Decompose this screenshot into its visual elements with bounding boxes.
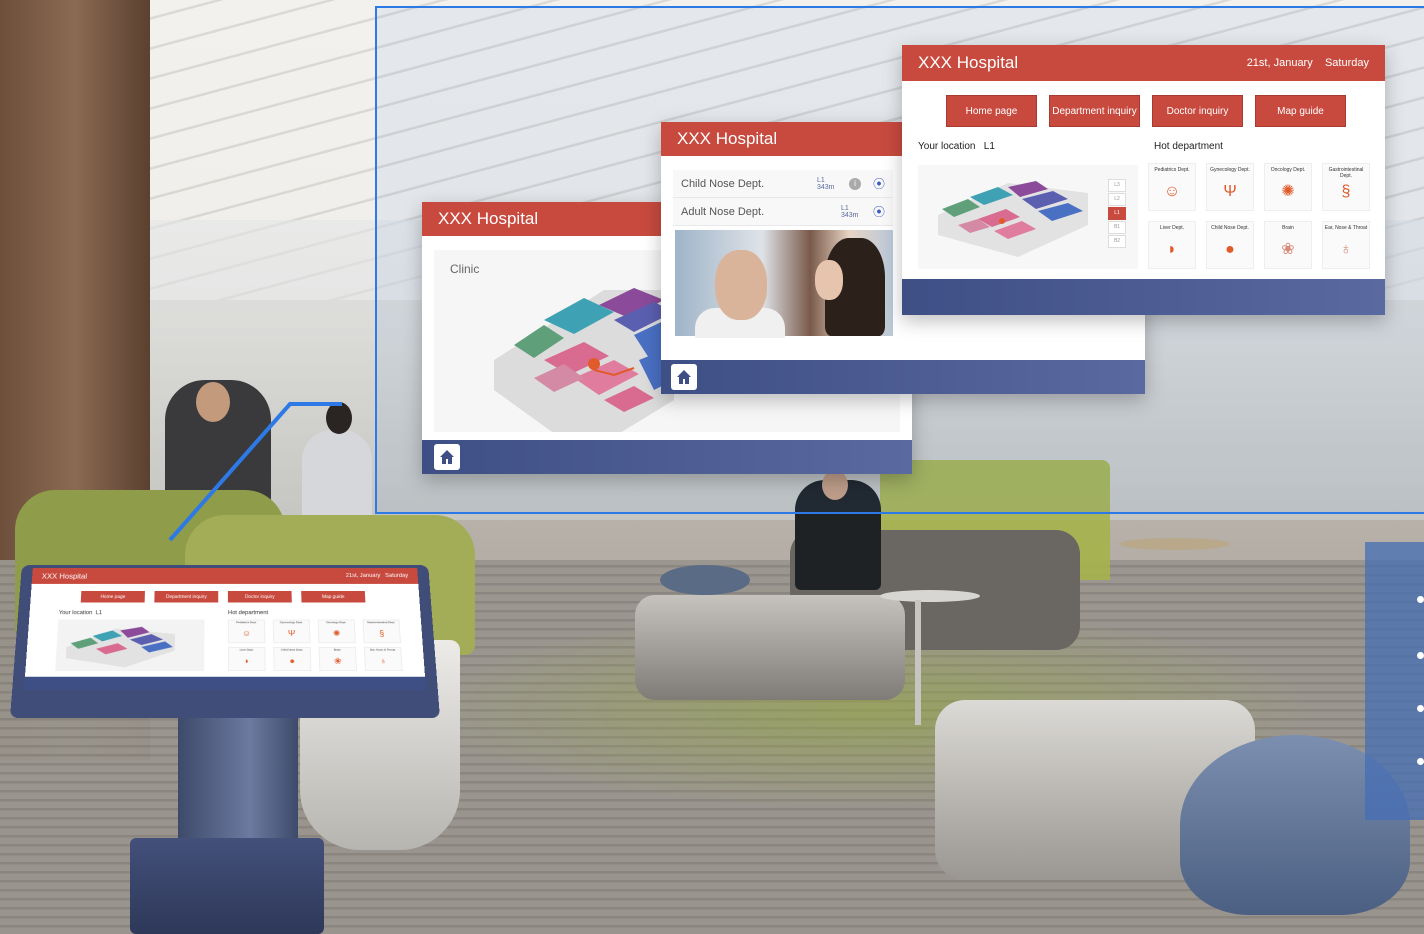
mini-floor-map[interactable] bbox=[55, 619, 205, 672]
map-guide-button[interactable]: Map guide bbox=[1255, 95, 1346, 127]
child-face-icon: ☺ bbox=[1163, 183, 1181, 200]
floor-distance: L1 343m bbox=[816, 176, 835, 191]
date: 21st, January bbox=[1246, 57, 1313, 69]
dept-tile[interactable]: Liver Dept. ◗ bbox=[227, 646, 266, 672]
hot-department-heading: Hot department bbox=[1154, 141, 1223, 152]
uterus-icon: Ψ bbox=[1223, 183, 1237, 200]
floor-map-3d bbox=[65, 626, 176, 668]
date-display: 21st, January Saturday bbox=[1247, 57, 1369, 69]
mini-floor-map[interactable]: L3 L2 L1 B1 B2 bbox=[918, 165, 1138, 269]
bullet-dot bbox=[1417, 596, 1424, 603]
screen-footer bbox=[422, 440, 912, 474]
kiosk-base bbox=[130, 838, 324, 934]
intestine-icon: § bbox=[1341, 183, 1351, 200]
department-inquiry-button[interactable]: Department inquiry bbox=[154, 590, 219, 603]
screen-header: XXX Hospital 21st, January Saturday bbox=[902, 45, 1385, 81]
floor-button[interactable]: L2 bbox=[1108, 193, 1126, 206]
dept-tile[interactable]: Oncology Dept. ✺ bbox=[317, 619, 356, 644]
hospital-title: XXX Hospital bbox=[918, 53, 1019, 72]
floor-selector: L3 L2 L1 B1 B2 bbox=[1108, 179, 1126, 249]
location-pin-icon bbox=[999, 218, 1005, 224]
floor-button-active[interactable]: L1 bbox=[1108, 207, 1126, 220]
nose-icon: ♁ bbox=[379, 656, 387, 666]
kiosk-header: XXX Hospital 21st, January Saturday bbox=[31, 568, 419, 584]
side-info-panel bbox=[1365, 542, 1424, 820]
bullet-dot bbox=[1417, 705, 1424, 712]
nose-icon: ♁ bbox=[1340, 241, 1352, 258]
location-pin-icon[interactable]: ⦿ bbox=[873, 203, 885, 220]
kiosk-footer bbox=[24, 676, 426, 690]
doctor-patient-photo bbox=[675, 230, 893, 338]
dept-tile-pediatrics[interactable]: Pediatrics Dept. ☺ bbox=[1148, 163, 1196, 211]
floor-map-3d bbox=[938, 181, 1088, 257]
kiosk-screen[interactable]: XXX Hospital 21st, January Saturday Home… bbox=[24, 568, 426, 690]
brain-icon: ❀ bbox=[333, 656, 342, 666]
child-face-icon: ☺ bbox=[242, 628, 252, 638]
weekday: Saturday bbox=[1324, 57, 1369, 69]
hot-department-heading: Hot department bbox=[227, 610, 269, 616]
home-icon bbox=[677, 370, 691, 384]
department-name: Child Nose Dept. bbox=[681, 177, 765, 190]
virus-icon: ✺ bbox=[1281, 183, 1295, 200]
liver-icon: ◗ bbox=[1167, 241, 1177, 258]
dept-tile[interactable]: Gynecology Dept. Ψ bbox=[272, 619, 311, 644]
floor-button[interactable]: B1 bbox=[1108, 221, 1126, 234]
dept-tile-gastrointestinal[interactable]: Gastrointestinal Dept. § bbox=[1322, 163, 1370, 211]
date-display: 21st, January Saturday bbox=[345, 573, 409, 579]
brain-icon: ❀ bbox=[1281, 241, 1295, 258]
kiosk-nav: Home page Department inquiry Doctor inqu… bbox=[80, 590, 366, 603]
hot-department-grid: Pediatrics Dept. ☺ Gynecology Dept. Ψ On… bbox=[1148, 163, 1370, 269]
dept-tile[interactable]: Child Nose Dept. ● bbox=[273, 646, 312, 672]
current-floor: L1 bbox=[983, 141, 995, 152]
dept-tile-oncology[interactable]: Oncology Dept. ✺ bbox=[1264, 163, 1312, 211]
home-page-button[interactable]: Home page bbox=[946, 95, 1037, 127]
home-button[interactable] bbox=[434, 444, 460, 470]
dept-tile[interactable]: Brain ❀ bbox=[318, 646, 358, 672]
dept-tile[interactable]: Pediatrics Dept. ☺ bbox=[227, 619, 266, 644]
main-nav: Home page Department inquiry Doctor inqu… bbox=[946, 95, 1346, 127]
dept-tile[interactable]: Ear, Nose & Throat ♁ bbox=[363, 646, 403, 672]
stomach-icon: ● bbox=[1225, 241, 1235, 258]
list-item[interactable]: Child Nose Dept. L1 343m i ⦿ bbox=[673, 170, 893, 198]
bullet-dot bbox=[1417, 652, 1424, 659]
hot-department-grid: Pediatrics Dept. ☺ Gynecology Dept. Ψ Onco… bbox=[227, 619, 403, 672]
floor-button[interactable]: L3 bbox=[1108, 179, 1126, 192]
intestine-icon: § bbox=[378, 628, 385, 638]
hospital-title: XXX Hospital bbox=[677, 129, 778, 148]
your-location: Your location L1 bbox=[918, 141, 995, 152]
dept-tile-liver[interactable]: Liver Dept. ◗ bbox=[1148, 221, 1196, 269]
your-location: Your location L1 bbox=[58, 610, 103, 616]
location-pin-icon[interactable]: ⦿ bbox=[873, 175, 885, 192]
info-icon[interactable]: i bbox=[848, 177, 861, 190]
department-name: Adult Nose Dept. bbox=[681, 205, 765, 218]
screen-footer bbox=[902, 279, 1385, 315]
floor-distance: L1 343m bbox=[840, 204, 859, 219]
screen-footer bbox=[661, 360, 1145, 394]
map-guide-button[interactable]: Map guide bbox=[301, 590, 366, 603]
dept-tile-child-nose[interactable]: Child Nose Dept. ● bbox=[1206, 221, 1254, 269]
department-inquiry-button[interactable]: Department inquiry bbox=[1049, 95, 1140, 127]
dept-tile-brain[interactable]: Brain ❀ bbox=[1264, 221, 1312, 269]
home-page-button[interactable]: Home page bbox=[80, 590, 145, 603]
stomach-icon: ● bbox=[289, 656, 296, 666]
doctor-inquiry-button[interactable]: Doctor inquiry bbox=[1152, 95, 1243, 127]
dept-tile-gynecology[interactable]: Gynecology Dept. Ψ bbox=[1206, 163, 1254, 211]
list-item[interactable]: Adult Nose Dept. L1 343m ⦿ bbox=[673, 198, 893, 226]
location-pin-icon bbox=[588, 358, 600, 370]
floor-button[interactable]: B2 bbox=[1108, 235, 1126, 248]
hospital-title: XXX Hospital bbox=[438, 209, 539, 228]
dept-tile[interactable]: Gastrointestinal Dept. § bbox=[362, 619, 401, 644]
hospital-title: XXX Hospital bbox=[41, 572, 88, 580]
home-button[interactable] bbox=[671, 364, 697, 390]
uterus-icon: Ψ bbox=[287, 628, 296, 638]
virus-icon: ✺ bbox=[332, 628, 341, 638]
department-list: Child Nose Dept. L1 343m i ⦿ Adult Nose … bbox=[673, 170, 893, 226]
bullet-dot bbox=[1417, 758, 1424, 765]
dept-tile-ent[interactable]: Ear, Nose & Throat ♁ bbox=[1322, 221, 1370, 269]
home-screen: XXX Hospital 21st, January Saturday Home… bbox=[902, 45, 1385, 315]
home-icon bbox=[440, 450, 454, 464]
liver-icon: ◗ bbox=[244, 656, 250, 666]
doctor-inquiry-button[interactable]: Doctor inquiry bbox=[227, 590, 292, 603]
